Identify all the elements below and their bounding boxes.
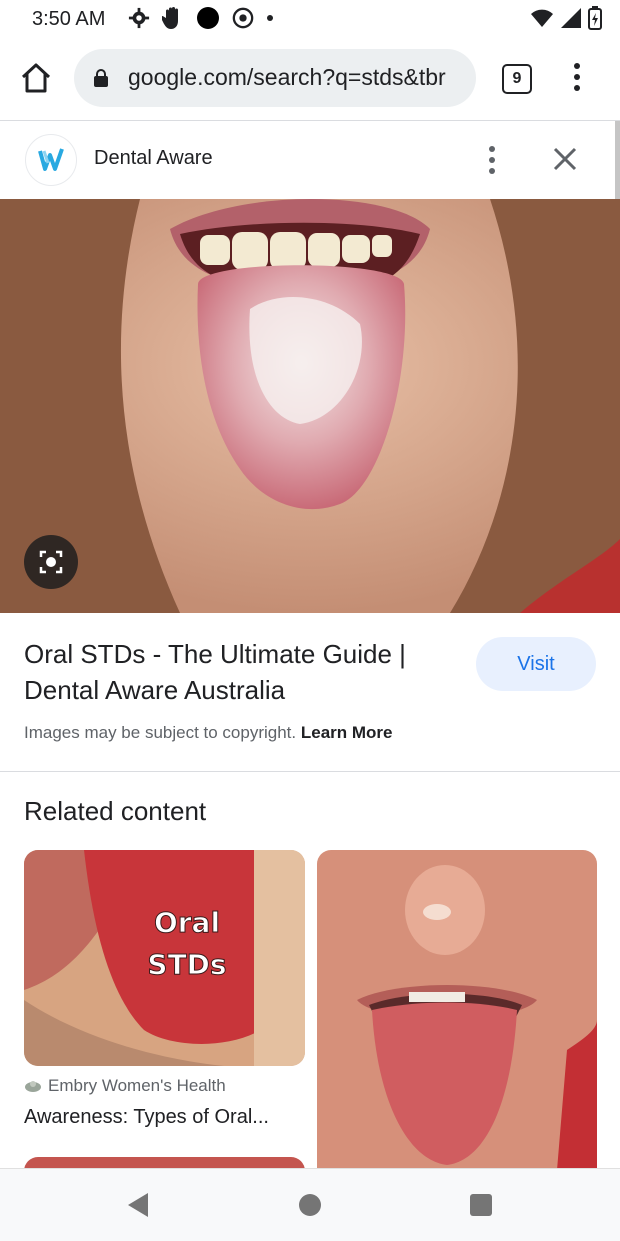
visit-button[interactable]: Visit (476, 637, 596, 691)
more-vert-icon[interactable] (483, 145, 501, 175)
tongue-photo (0, 199, 620, 613)
battery-icon (588, 6, 602, 30)
circle-icon (197, 7, 219, 29)
settings-icon (128, 7, 150, 29)
browser-toolbar: google.com/search?q=stds&tbr 9 (0, 40, 620, 121)
system-nav-bar (0, 1168, 620, 1241)
lock-icon (94, 69, 108, 87)
card-overlay-line-1: Oral (154, 906, 220, 939)
copyright-text: Images may be subject to copyright. (24, 723, 297, 742)
url-text: google.com/search?q=stds&tbr (128, 64, 446, 90)
related-card-image-2[interactable] (317, 850, 597, 1170)
site-name[interactable]: Dental Aware (94, 147, 213, 170)
status-time: 3:50 AM (32, 8, 106, 30)
dot-icon (267, 15, 273, 21)
face-tongue-photo (317, 850, 597, 1170)
home-icon[interactable] (18, 60, 54, 96)
scrollbar[interactable] (615, 121, 620, 199)
signal-icon (561, 8, 581, 28)
copyright-notice: Images may be subject to copyright. Lear… (24, 723, 393, 743)
card-source[interactable]: Embry Women's Health (24, 1076, 226, 1096)
card-description[interactable]: Awareness: Types of Oral... (24, 1106, 269, 1129)
recents-icon[interactable] (470, 1194, 492, 1216)
result-image[interactable] (0, 199, 620, 613)
divider (0, 771, 620, 772)
more-vert-icon[interactable] (568, 62, 586, 92)
address-bar[interactable]: google.com/search?q=stds&tbr (74, 49, 476, 107)
hand-icon (162, 7, 178, 29)
back-icon[interactable] (126, 1191, 150, 1219)
chrome-icon (232, 7, 254, 29)
source-favicon-icon (25, 1081, 41, 1092)
related-heading: Related content (24, 796, 207, 826)
image-panel-header: Dental Aware (0, 121, 614, 199)
result-title[interactable]: Oral STDs - The Ultimate Guide | Dental … (24, 636, 444, 708)
lens-icon (39, 550, 63, 574)
home-nav-icon[interactable] (299, 1194, 321, 1216)
oral-stds-photo: Oral STDs (24, 850, 305, 1066)
related-card-image[interactable]: Oral STDs (24, 850, 305, 1066)
close-icon[interactable] (551, 145, 579, 173)
status-bar: 3:50 AM (0, 0, 620, 40)
tab-switcher-button[interactable]: 9 (502, 64, 532, 94)
learn-more-link[interactable]: Learn More (301, 723, 393, 742)
wifi-icon (531, 9, 553, 27)
lens-button[interactable] (24, 535, 78, 589)
card-overlay-line-2: STDs (147, 948, 226, 981)
site-logo (25, 134, 77, 186)
dental-aware-logo-icon (38, 148, 64, 171)
card-source-name: Embry Women's Health (48, 1076, 226, 1095)
